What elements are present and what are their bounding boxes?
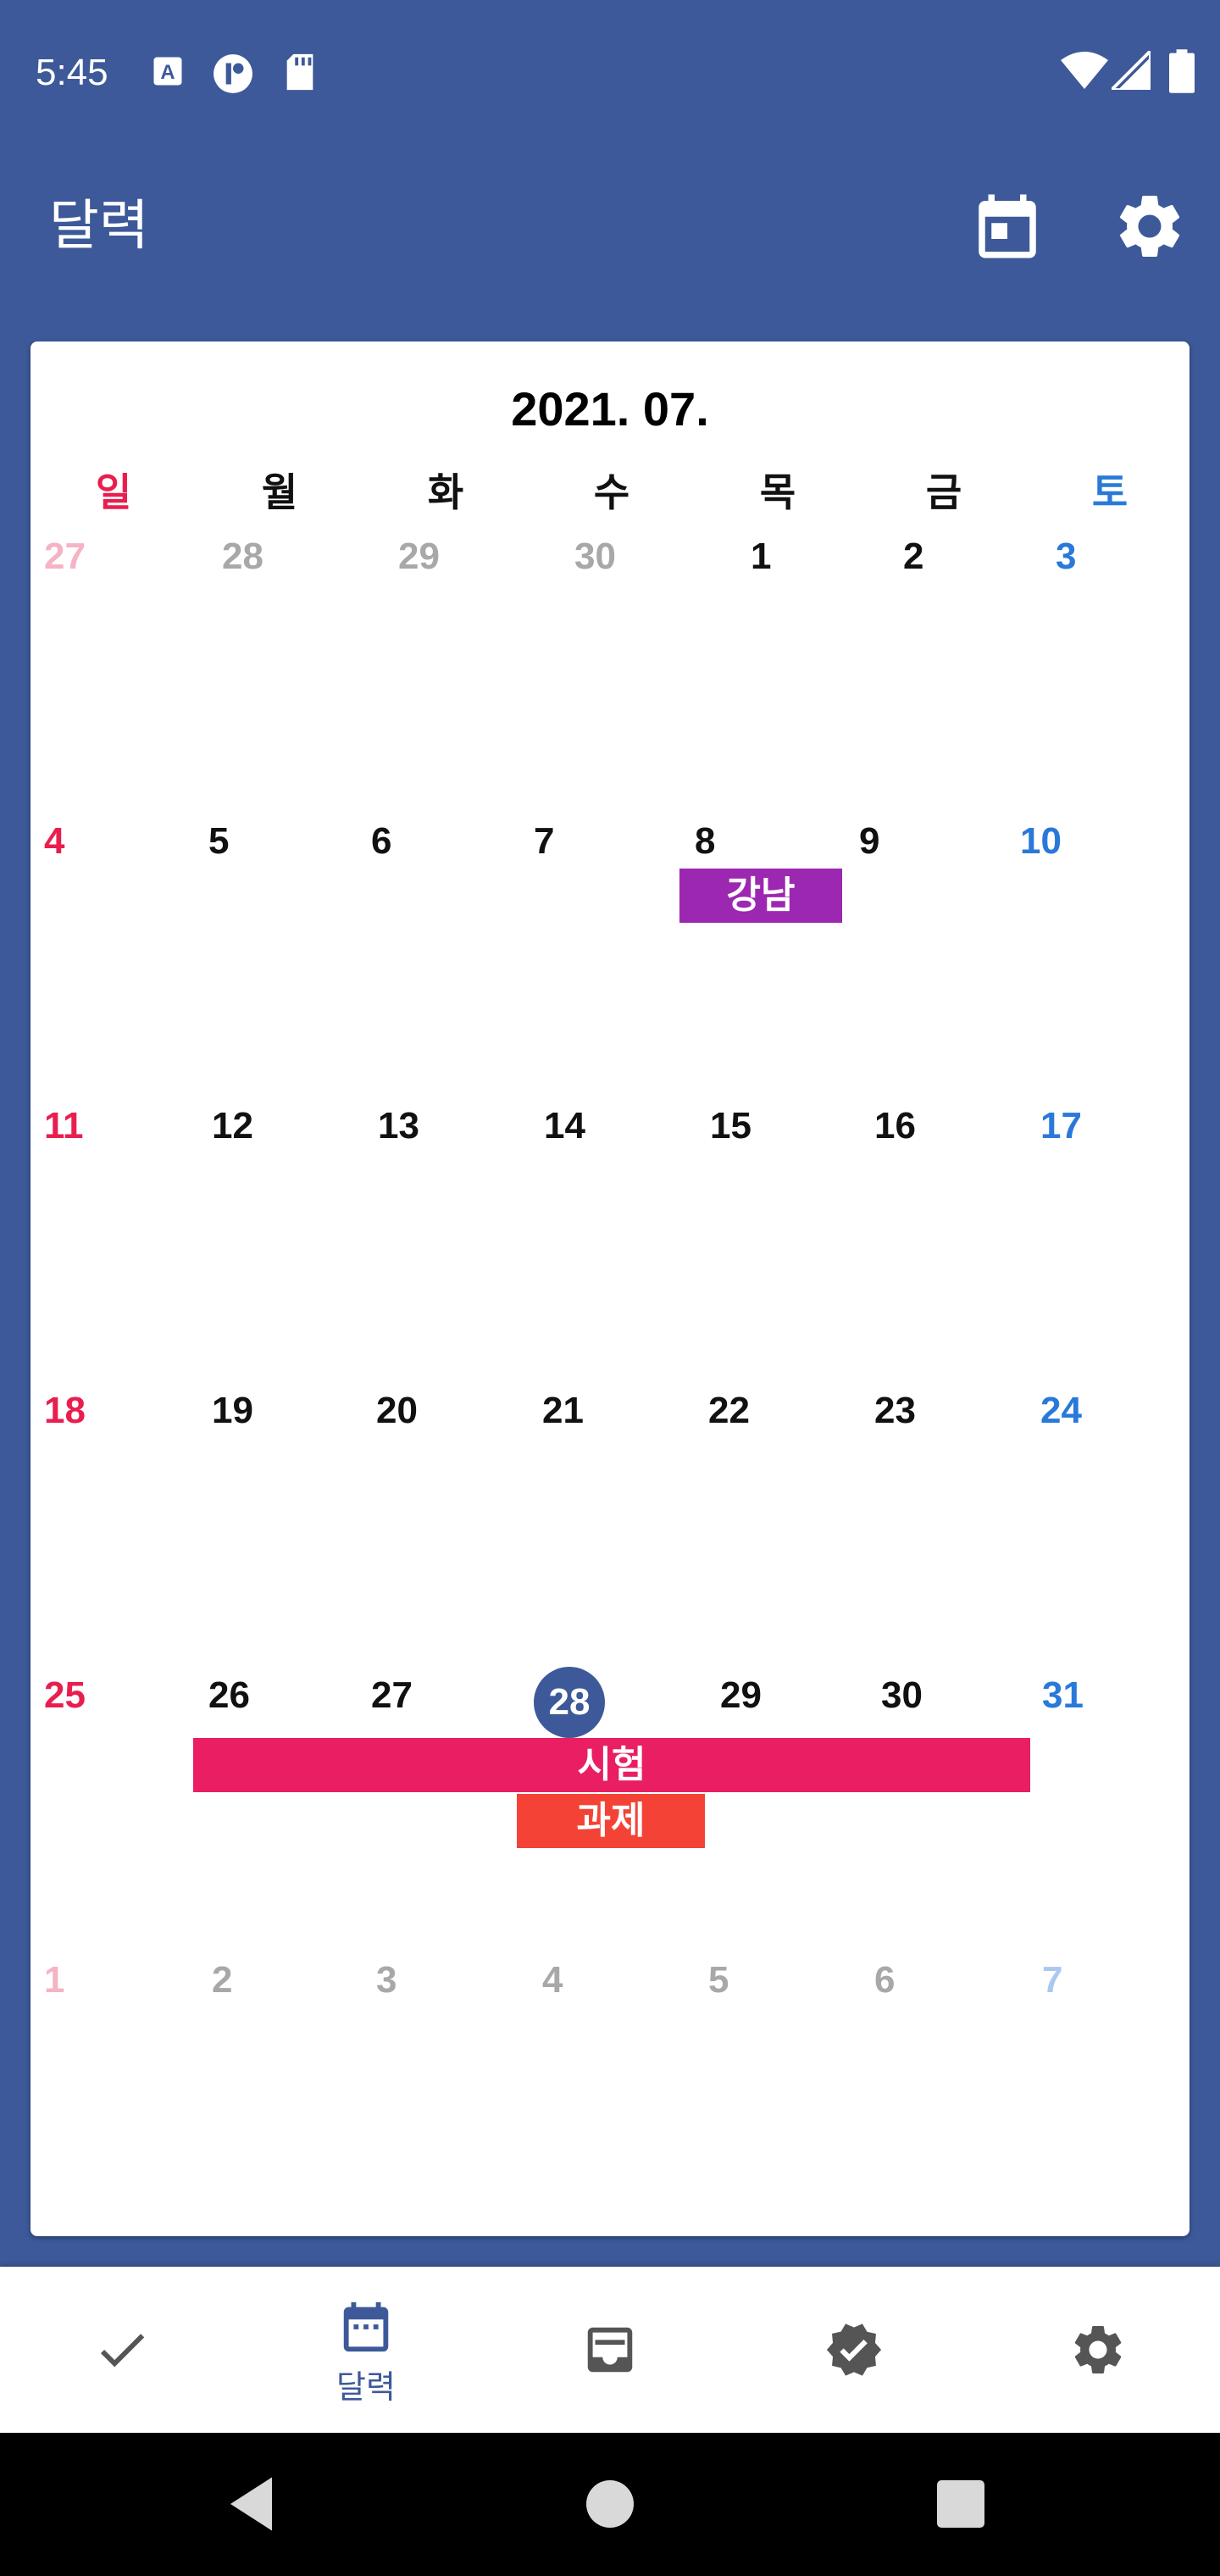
day-cell[interactable]: 3 bbox=[376, 1957, 396, 2004]
calendar-icon bbox=[343, 2301, 389, 2352]
weekday-fri: 금 bbox=[925, 470, 962, 514]
settings-icon bbox=[1120, 195, 1180, 257]
event-bar[interactable]: 과제 bbox=[517, 1794, 705, 1848]
inbox-icon bbox=[587, 2327, 633, 2373]
today-button[interactable] bbox=[969, 188, 1045, 264]
day-cell[interactable]: 14 bbox=[544, 1102, 585, 1150]
event-bar[interactable]: 시험 bbox=[193, 1738, 1030, 1792]
sd-card-icon bbox=[286, 53, 313, 91]
day-cell[interactable]: 27 bbox=[371, 1672, 413, 1719]
day-cell[interactable]: 30 bbox=[881, 1672, 923, 1719]
nav-item-calendar[interactable]: 달력 bbox=[244, 2267, 488, 2433]
home-icon[interactable] bbox=[574, 2468, 646, 2540]
day-cell[interactable]: 4 bbox=[44, 818, 64, 865]
day-cell[interactable]: 9 bbox=[859, 818, 879, 865]
weekday-sun: 일 bbox=[95, 470, 132, 514]
day-cell[interactable]: 1 bbox=[751, 533, 771, 580]
page-title: 달력 bbox=[49, 195, 149, 256]
keyboard-a-icon: A bbox=[153, 57, 182, 86]
system-nav-bar bbox=[0, 2433, 1220, 2576]
day-cell[interactable]: 2 bbox=[903, 533, 923, 580]
nav-item-settings[interactable] bbox=[976, 2267, 1220, 2433]
battery-icon bbox=[1169, 49, 1195, 93]
day-cell[interactable]: 29 bbox=[398, 533, 440, 580]
bottom-nav: 달력 bbox=[0, 2267, 1220, 2433]
weekday-mon: 월 bbox=[261, 470, 298, 514]
nav-item-inbox[interactable] bbox=[488, 2267, 732, 2433]
day-cell[interactable]: 12 bbox=[212, 1102, 253, 1150]
weekday-tue: 화 bbox=[427, 470, 464, 514]
back-icon[interactable] bbox=[219, 2468, 290, 2540]
day-cell[interactable]: 8 bbox=[695, 818, 715, 865]
month-title[interactable]: 2021. 07. bbox=[30, 375, 1190, 443]
day-cell[interactable]: 30 bbox=[574, 533, 616, 580]
nav-label-calendar: 달력 bbox=[336, 2370, 396, 2406]
weekday-sat: 토 bbox=[1091, 470, 1128, 514]
day-cell[interactable]: 31 bbox=[1042, 1672, 1084, 1719]
day-cell[interactable]: 28 bbox=[222, 533, 263, 580]
day-cell[interactable]: 10 bbox=[1020, 818, 1062, 865]
calendar-card: 2021. 07. 일 월 화 수 목 금 토 27 28 29 30 1 2 … bbox=[30, 341, 1190, 2236]
today-marker[interactable]: 28 bbox=[534, 1667, 605, 1738]
day-cell[interactable]: 11 bbox=[44, 1102, 84, 1150]
app-circle-icon bbox=[214, 54, 252, 93]
wifi-icon bbox=[1061, 52, 1108, 89]
day-cell[interactable]: 6 bbox=[371, 818, 391, 865]
settings-button[interactable] bbox=[1112, 188, 1188, 264]
event-bar[interactable]: 강남 bbox=[679, 869, 842, 923]
weekday-thu: 목 bbox=[759, 470, 796, 514]
day-cell[interactable]: 22 bbox=[708, 1387, 750, 1435]
day-cell[interactable]: 26 bbox=[208, 1672, 250, 1719]
svg-text:A: A bbox=[160, 61, 175, 84]
calendar-today-icon bbox=[979, 194, 1036, 258]
day-cell[interactable]: 3 bbox=[1056, 533, 1076, 580]
day-cell[interactable]: 17 bbox=[1040, 1102, 1082, 1150]
check-icon bbox=[100, 2334, 145, 2368]
day-cell[interactable]: 6 bbox=[874, 1957, 895, 2004]
recents-icon[interactable] bbox=[925, 2468, 996, 2540]
day-cell[interactable]: 4 bbox=[542, 1957, 563, 2004]
day-cell[interactable]: 27 bbox=[44, 533, 86, 580]
day-cell[interactable]: 7 bbox=[534, 818, 554, 865]
weekday-wed: 수 bbox=[593, 470, 630, 514]
app-bar: 달력 bbox=[0, 144, 1220, 339]
signal-icon bbox=[1112, 51, 1151, 90]
day-cell[interactable]: 19 bbox=[212, 1387, 253, 1435]
status-bar: 5:45 A bbox=[0, 0, 1220, 144]
day-cell[interactable]: 25 bbox=[44, 1672, 86, 1719]
day-cell[interactable]: 18 bbox=[44, 1387, 86, 1435]
day-cell[interactable]: 1 bbox=[44, 1957, 64, 2004]
day-cell[interactable]: 29 bbox=[720, 1672, 762, 1719]
day-cell[interactable]: 20 bbox=[376, 1387, 418, 1435]
verified-icon bbox=[826, 2323, 882, 2376]
day-cell[interactable]: 2 bbox=[212, 1957, 232, 2004]
day-cell[interactable]: 5 bbox=[708, 1957, 729, 2004]
day-cell[interactable]: 21 bbox=[542, 1387, 584, 1435]
day-cell[interactable]: 23 bbox=[874, 1387, 916, 1435]
day-cell[interactable]: 24 bbox=[1040, 1387, 1082, 1435]
day-cell[interactable]: 13 bbox=[378, 1102, 419, 1150]
day-cell[interactable]: 5 bbox=[208, 818, 229, 865]
day-cell[interactable]: 15 bbox=[710, 1102, 751, 1150]
nav-item-verified[interactable] bbox=[732, 2267, 976, 2433]
day-cell[interactable]: 7 bbox=[1042, 1957, 1062, 2004]
nav-item-todo[interactable] bbox=[0, 2267, 244, 2433]
status-time: 5:45 bbox=[36, 52, 108, 93]
day-cell[interactable]: 16 bbox=[874, 1102, 916, 1150]
settings-icon bbox=[1074, 2326, 1122, 2373]
